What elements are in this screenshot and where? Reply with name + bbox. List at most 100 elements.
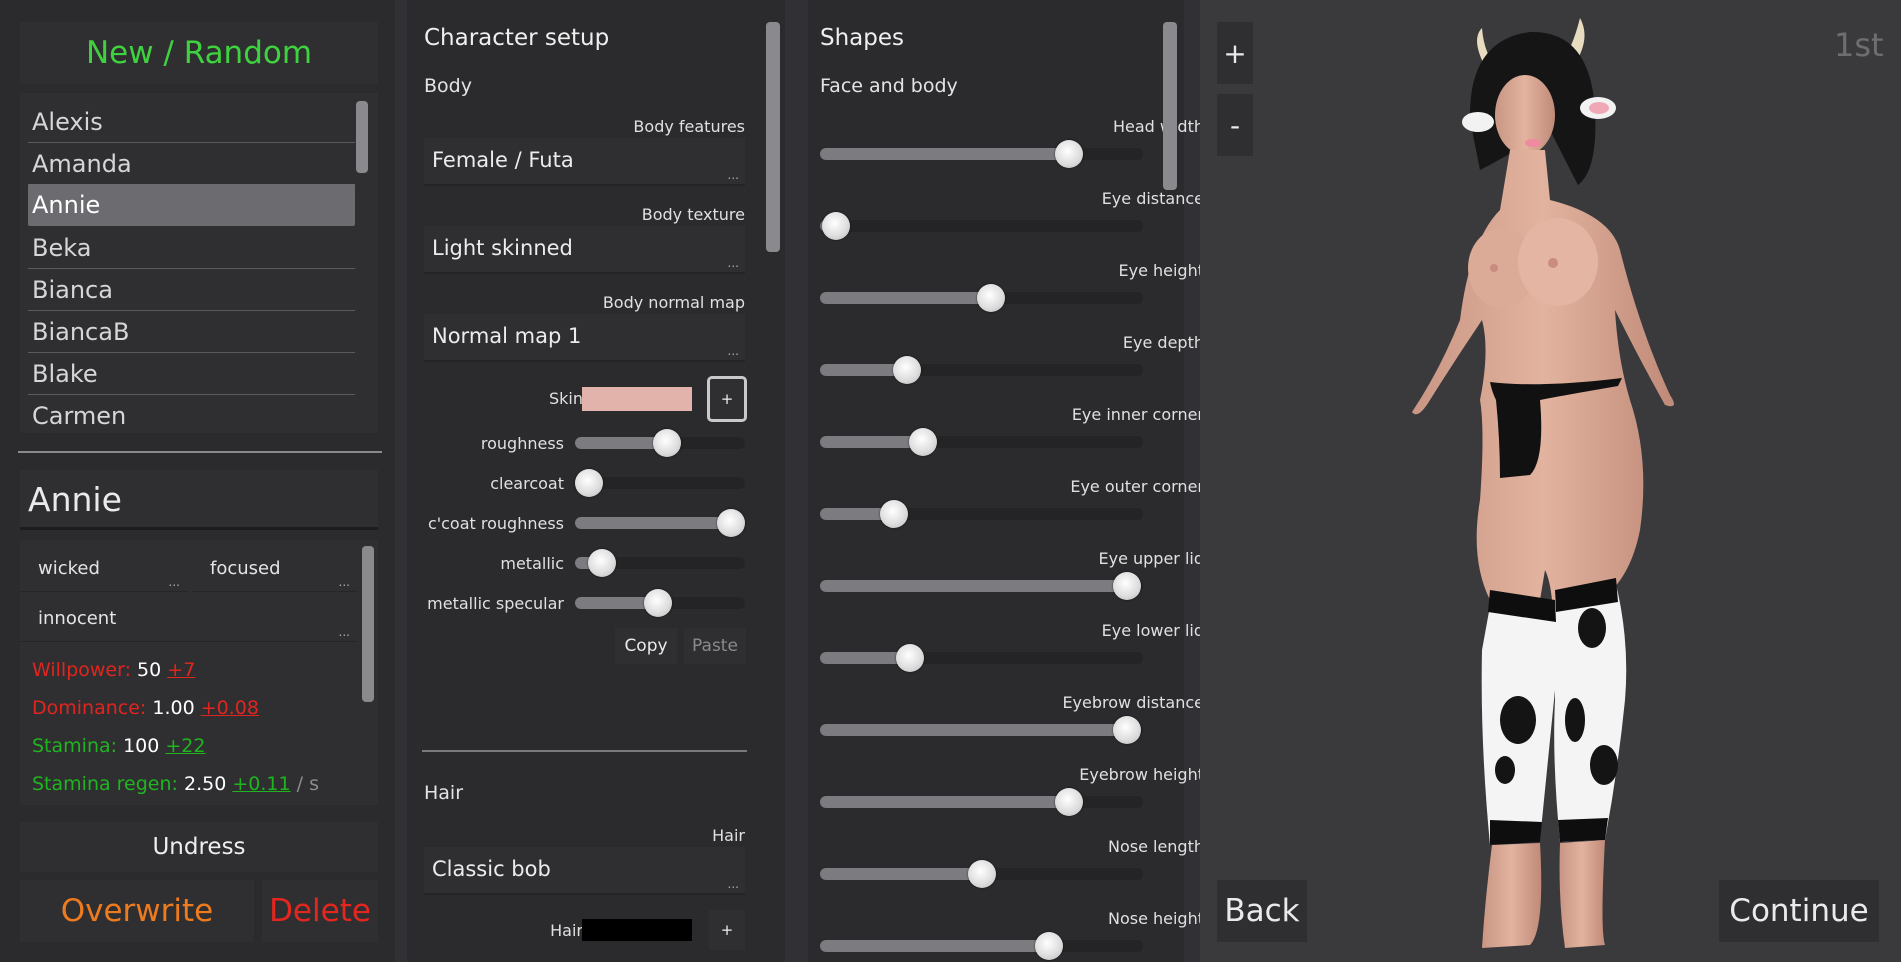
character-viewport[interactable]: + - 1st Back Continue xyxy=(1200,0,1901,962)
stat-label: Dominance: xyxy=(32,697,147,719)
more-icon: ... xyxy=(727,877,739,891)
shape-slider-track[interactable] xyxy=(820,932,1143,960)
list-item[interactable]: Amanda xyxy=(28,143,355,185)
shape-slider-label: Eye depth xyxy=(1122,333,1204,352)
slider-knob[interactable] xyxy=(1113,572,1141,600)
trait-dropdown[interactable]: wicked ... xyxy=(20,548,188,592)
shape-slider-track[interactable] xyxy=(820,212,1143,240)
stat-unit: / s xyxy=(296,773,319,795)
slider-knob[interactable] xyxy=(588,549,616,577)
slider-knob[interactable] xyxy=(896,644,924,672)
body-normal-map-dropdown[interactable]: Normal map 1 ... xyxy=(424,314,745,362)
shape-slider-label: Eye outer corner xyxy=(1070,477,1204,496)
trait-label: focused xyxy=(210,558,281,579)
list-scrollbar[interactable] xyxy=(356,101,368,173)
body-texture-dropdown[interactable]: Light skinned ... xyxy=(424,226,745,274)
slider-track[interactable] xyxy=(575,509,745,537)
list-item[interactable]: Bianca xyxy=(28,269,355,311)
shape-slider-track[interactable] xyxy=(820,500,1143,528)
shape-slider-track[interactable] xyxy=(820,428,1143,456)
shape-slider-track[interactable] xyxy=(820,716,1143,744)
traits-scrollbar[interactable] xyxy=(362,546,374,702)
slider-knob[interactable] xyxy=(968,860,996,888)
shape-slider-label: Eye upper lid xyxy=(1098,549,1204,568)
zoom-out-button[interactable]: - xyxy=(1217,94,1253,156)
slider-knob[interactable] xyxy=(822,212,850,240)
list-item[interactable]: Alexis xyxy=(28,101,355,143)
shape-slider-track[interactable] xyxy=(820,788,1143,816)
slider-track[interactable] xyxy=(575,589,745,617)
trait-dropdown[interactable]: focused ... xyxy=(192,548,358,592)
add-hair-color-button[interactable]: + xyxy=(709,910,745,950)
stat-stamina: Stamina: 100 +22 xyxy=(32,735,206,757)
list-item-selected[interactable]: Annie xyxy=(28,184,355,226)
setup-scrollbar[interactable] xyxy=(766,22,780,252)
stat-value: 1.00 xyxy=(152,697,195,719)
slider-knob[interactable] xyxy=(653,429,681,457)
trait-label: wicked xyxy=(38,558,100,579)
shape-slider-track[interactable] xyxy=(820,572,1143,600)
character-name-field[interactable]: Annie xyxy=(20,470,378,530)
slider-fill xyxy=(820,724,1127,736)
slider-track[interactable] xyxy=(575,429,745,457)
field-label: Body texture xyxy=(641,205,745,224)
field-label: Body features xyxy=(633,117,745,136)
list-item[interactable]: BiancaB xyxy=(28,311,355,353)
continue-button[interactable]: Continue xyxy=(1719,880,1879,942)
shape-slider-track[interactable] xyxy=(820,644,1143,672)
skin-label: Skin xyxy=(548,389,583,408)
skin-color-swatch[interactable] xyxy=(582,387,692,411)
overwrite-button[interactable]: Overwrite xyxy=(20,880,254,942)
slider-knob[interactable] xyxy=(880,500,908,528)
slider-fill xyxy=(820,580,1127,592)
slider-knob[interactable] xyxy=(1055,788,1083,816)
back-button[interactable]: Back xyxy=(1217,880,1307,942)
add-skin-button[interactable]: + xyxy=(707,376,747,422)
new-random-button[interactable]: New / Random xyxy=(20,22,378,84)
section-title: Face and body xyxy=(820,75,958,97)
zoom-in-button[interactable]: + xyxy=(1217,22,1253,84)
slider-knob[interactable] xyxy=(1055,140,1083,168)
copy-button[interactable]: Copy xyxy=(615,628,677,664)
hair-style-dropdown[interactable]: Classic bob ... xyxy=(424,847,745,895)
divider xyxy=(422,750,747,752)
slider-knob[interactable] xyxy=(575,469,603,497)
shape-slider-track[interactable] xyxy=(820,140,1143,168)
slider-fill xyxy=(820,868,982,880)
slider-knob[interactable] xyxy=(893,356,921,384)
dropdown-value: Light skinned xyxy=(432,236,573,260)
trait-dropdown[interactable]: innocent ... xyxy=(20,598,358,642)
character-creator: New / Random Alexis Amanda Annie Beka Bi… xyxy=(0,0,1901,962)
delete-button[interactable]: Delete xyxy=(262,880,378,942)
body-features-dropdown[interactable]: Female / Futa ... xyxy=(424,138,745,186)
shape-slider-track[interactable] xyxy=(820,284,1143,312)
slider-knob[interactable] xyxy=(1035,932,1063,960)
paste-button[interactable]: Paste xyxy=(684,628,746,664)
slider-fill xyxy=(820,148,1069,160)
stat-label: Stamina regen: xyxy=(32,773,178,795)
view-mode-toggle[interactable]: 1st xyxy=(1834,26,1884,64)
list-item[interactable]: Beka xyxy=(28,227,355,269)
list-item[interactable]: Blake xyxy=(28,353,355,395)
traits-panel: wicked ... focused ... innocent ... Will… xyxy=(20,540,378,805)
more-icon: ... xyxy=(338,625,350,639)
hair-color-swatch[interactable] xyxy=(582,919,692,941)
undress-button[interactable]: Undress xyxy=(20,822,378,872)
slider-track[interactable] xyxy=(575,469,745,497)
slider-track[interactable] xyxy=(575,549,745,577)
shape-slider-label: Nose height xyxy=(1107,909,1204,928)
divider xyxy=(18,451,382,453)
character-list[interactable]: Alexis Amanda Annie Beka Bianca BiancaB … xyxy=(20,93,378,433)
slider-knob[interactable] xyxy=(717,509,745,537)
stat-value: 50 xyxy=(137,659,162,681)
list-item[interactable]: Carmen xyxy=(28,395,355,433)
slider-label: roughness xyxy=(480,434,564,453)
slider-knob[interactable] xyxy=(1113,716,1141,744)
slider-knob[interactable] xyxy=(644,589,672,617)
shape-slider-track[interactable] xyxy=(820,356,1143,384)
shapes-scrollbar[interactable] xyxy=(1163,22,1177,190)
shape-slider-track[interactable] xyxy=(820,860,1143,888)
stat-value: 100 xyxy=(123,735,160,757)
slider-knob[interactable] xyxy=(909,428,937,456)
slider-knob[interactable] xyxy=(977,284,1005,312)
